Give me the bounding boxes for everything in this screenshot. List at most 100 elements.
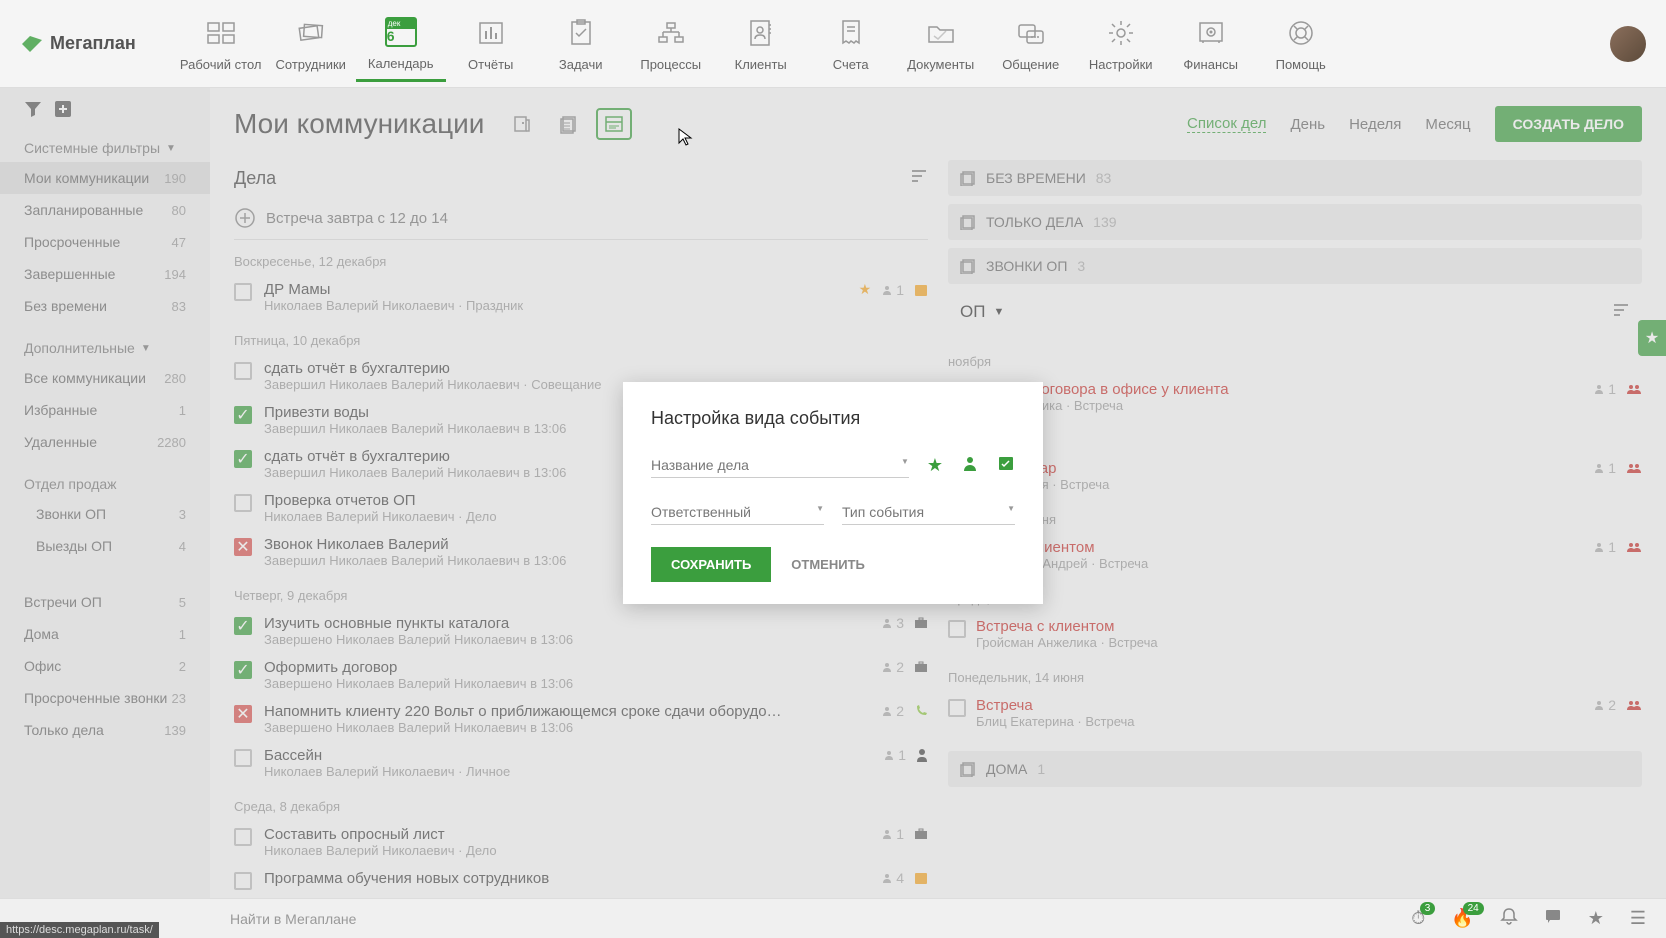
- tab-day[interactable]: День: [1290, 116, 1325, 133]
- task-checkbox[interactable]: ✓: [234, 406, 252, 424]
- nav-employees[interactable]: Сотрудники: [266, 6, 356, 82]
- nav-communication[interactable]: Общение: [986, 6, 1076, 82]
- sidebar-item[interactable]: Встречи ОП5: [0, 586, 210, 618]
- menu-icon[interactable]: ☰: [1630, 908, 1646, 929]
- task-checkbox[interactable]: [234, 283, 252, 301]
- nav-tasks[interactable]: Задачи: [536, 6, 626, 82]
- group-header[interactable]: БЕЗ ВРЕМЕНИ83: [948, 160, 1642, 196]
- sidebar-item[interactable]: Избранные1: [0, 394, 210, 426]
- task-checkbox[interactable]: [234, 494, 252, 512]
- tab-month[interactable]: Месяц: [1425, 116, 1470, 133]
- nav-clients[interactable]: Клиенты: [716, 6, 806, 82]
- bell-icon[interactable]: [1500, 907, 1518, 930]
- task-item[interactable]: Программа обучения новых сотрудников4: [234, 864, 928, 896]
- sort-icon[interactable]: [1612, 302, 1630, 322]
- sidebar-item[interactable]: Все коммуникации280: [0, 362, 210, 394]
- logo[interactable]: Мегаплан: [20, 32, 136, 56]
- nav-settings[interactable]: Настройки: [1076, 6, 1166, 82]
- sidebar-item[interactable]: Дома1: [0, 618, 210, 650]
- card-view-button[interactable]: [596, 108, 632, 140]
- group-expanded[interactable]: ОП▼: [948, 292, 1642, 332]
- task-checkbox[interactable]: ✕: [234, 538, 252, 556]
- sidebar-label: Мои коммуникации: [24, 170, 149, 186]
- list-button[interactable]: [550, 108, 586, 140]
- group-header[interactable]: ЗВОНКИ ОП3: [948, 248, 1642, 284]
- task-item[interactable]: Встреча с клиентомГройсман Анжелика · Вс…: [948, 612, 1642, 656]
- group-header[interactable]: ДОМА 1: [948, 751, 1642, 787]
- create-button[interactable]: СОЗДАТЬ ДЕЛО: [1495, 106, 1642, 142]
- calendar-check-icon[interactable]: [997, 454, 1015, 477]
- sidebar-section-system[interactable]: Системные фильтры▼: [0, 134, 210, 162]
- task-checkbox[interactable]: [234, 872, 252, 890]
- tab-week[interactable]: Неделя: [1349, 116, 1401, 133]
- sidebar-item[interactable]: Выезды ОП4: [0, 530, 210, 562]
- task-checkbox[interactable]: [234, 828, 252, 846]
- task-item[interactable]: Составить опросный листНиколаев Валерий …: [234, 820, 928, 864]
- sidebar-item[interactable]: Мои коммуникации190: [0, 162, 210, 194]
- sidebar-item[interactable]: Только дела139: [0, 714, 210, 746]
- sidebar-item[interactable]: Удаленные2280: [0, 426, 210, 458]
- nav-reports[interactable]: Отчёты: [446, 6, 536, 82]
- save-button[interactable]: СОХРАНИТЬ: [651, 547, 771, 582]
- task-checkbox[interactable]: ✓: [234, 450, 252, 468]
- task-checkbox[interactable]: ✓: [234, 617, 252, 635]
- cancel-button[interactable]: ОТМЕНИТЬ: [785, 547, 871, 582]
- global-search[interactable]: Найти в Мегаплане: [230, 911, 356, 927]
- nav-processes[interactable]: Процессы: [626, 6, 716, 82]
- task-checkbox[interactable]: [948, 699, 966, 717]
- add-task-row[interactable]: [234, 197, 928, 240]
- task-item[interactable]: ДР МамыНиколаев Валерий Николаевич · Пра…: [234, 275, 928, 319]
- task-item[interactable]: ча Вебинарсова Софья · Встреча1: [948, 454, 1642, 498]
- group-header[interactable]: ТОЛЬКО ДЕЛА139: [948, 204, 1642, 240]
- favorites-tab[interactable]: ★: [1638, 320, 1666, 356]
- sidebar-section-sales[interactable]: Отдел продаж: [0, 470, 210, 498]
- field-event-type[interactable]: Тип события▼: [842, 500, 1015, 525]
- filter-icon[interactable]: [24, 100, 42, 118]
- nav-calendar[interactable]: дек6Календарь: [356, 6, 446, 82]
- task-item[interactable]: мление договора в офисе у клиентаман Анж…: [948, 375, 1642, 419]
- nav-finance[interactable]: Финансы: [1166, 6, 1256, 82]
- star-icon[interactable]: ★: [927, 455, 943, 476]
- sidebar-item[interactable]: Запланированные80: [0, 194, 210, 226]
- nav-desktop[interactable]: Рабочий стол: [176, 6, 266, 82]
- field-responsible[interactable]: Ответственный▼: [651, 500, 824, 525]
- task-item[interactable]: ✕Напомнить клиенту 220 Вольт о приближаю…: [234, 697, 928, 741]
- sidebar-item[interactable]: Звонки ОП3: [0, 498, 210, 530]
- field-name[interactable]: Название дела▼: [651, 453, 909, 478]
- nav-help[interactable]: Помощь: [1256, 6, 1346, 82]
- sidebar-item[interactable]: Без времени83: [0, 290, 210, 322]
- sort-icon[interactable]: [910, 169, 928, 188]
- sidebar-item[interactable]: Завершенные194: [0, 258, 210, 290]
- task-item[interactable]: ВстречаБлиц Екатерина · Встреча2: [948, 691, 1642, 735]
- copy-button[interactable]: [504, 108, 540, 140]
- sidebar-item[interactable]: Просроченные звонки23: [0, 682, 210, 714]
- task-item[interactable]: БассейнНиколаев Валерий Николаевич · Лич…: [234, 741, 928, 785]
- tab-list[interactable]: Список дел: [1187, 115, 1266, 133]
- chat-icon: [1013, 15, 1049, 51]
- user-avatar[interactable]: [1610, 26, 1646, 62]
- fire-icon[interactable]: 🔥24: [1451, 908, 1473, 929]
- sidebar-label: Завершенные: [24, 266, 115, 282]
- task-item[interactable]: Обед с клиентомТрофимов Андрей · Встреча…: [948, 533, 1642, 577]
- task-title: сдать отчёт в бухгалтерию: [264, 360, 916, 377]
- sidebar-item[interactable]: Просроченные47: [0, 226, 210, 258]
- add-task-input[interactable]: [266, 210, 928, 227]
- sidebar-section-additional[interactable]: Дополнительные▼: [0, 334, 210, 362]
- task-checkbox[interactable]: [234, 362, 252, 380]
- person-icon[interactable]: [961, 454, 979, 477]
- stopwatch-icon[interactable]: ⏱3: [1411, 908, 1425, 929]
- task-item[interactable]: ✓Оформить договорЗавершено Николаев Вале…: [234, 653, 928, 697]
- sidebar-item[interactable]: Офис2: [0, 650, 210, 682]
- task-checkbox[interactable]: [948, 620, 966, 638]
- task-checkbox[interactable]: ✓: [234, 661, 252, 679]
- star-icon[interactable]: ★: [1588, 908, 1604, 929]
- chat-icon[interactable]: [1544, 907, 1562, 930]
- nav-documents[interactable]: Документы: [896, 6, 986, 82]
- nav-invoices[interactable]: Счета: [806, 6, 896, 82]
- people-count: 1: [883, 747, 906, 763]
- dropdown-icon: ▼: [901, 457, 909, 473]
- task-checkbox[interactable]: [234, 749, 252, 767]
- add-filter-icon[interactable]: [54, 100, 72, 118]
- task-item[interactable]: ✓Изучить основные пункты каталогаЗаверше…: [234, 609, 928, 653]
- task-checkbox[interactable]: ✕: [234, 705, 252, 723]
